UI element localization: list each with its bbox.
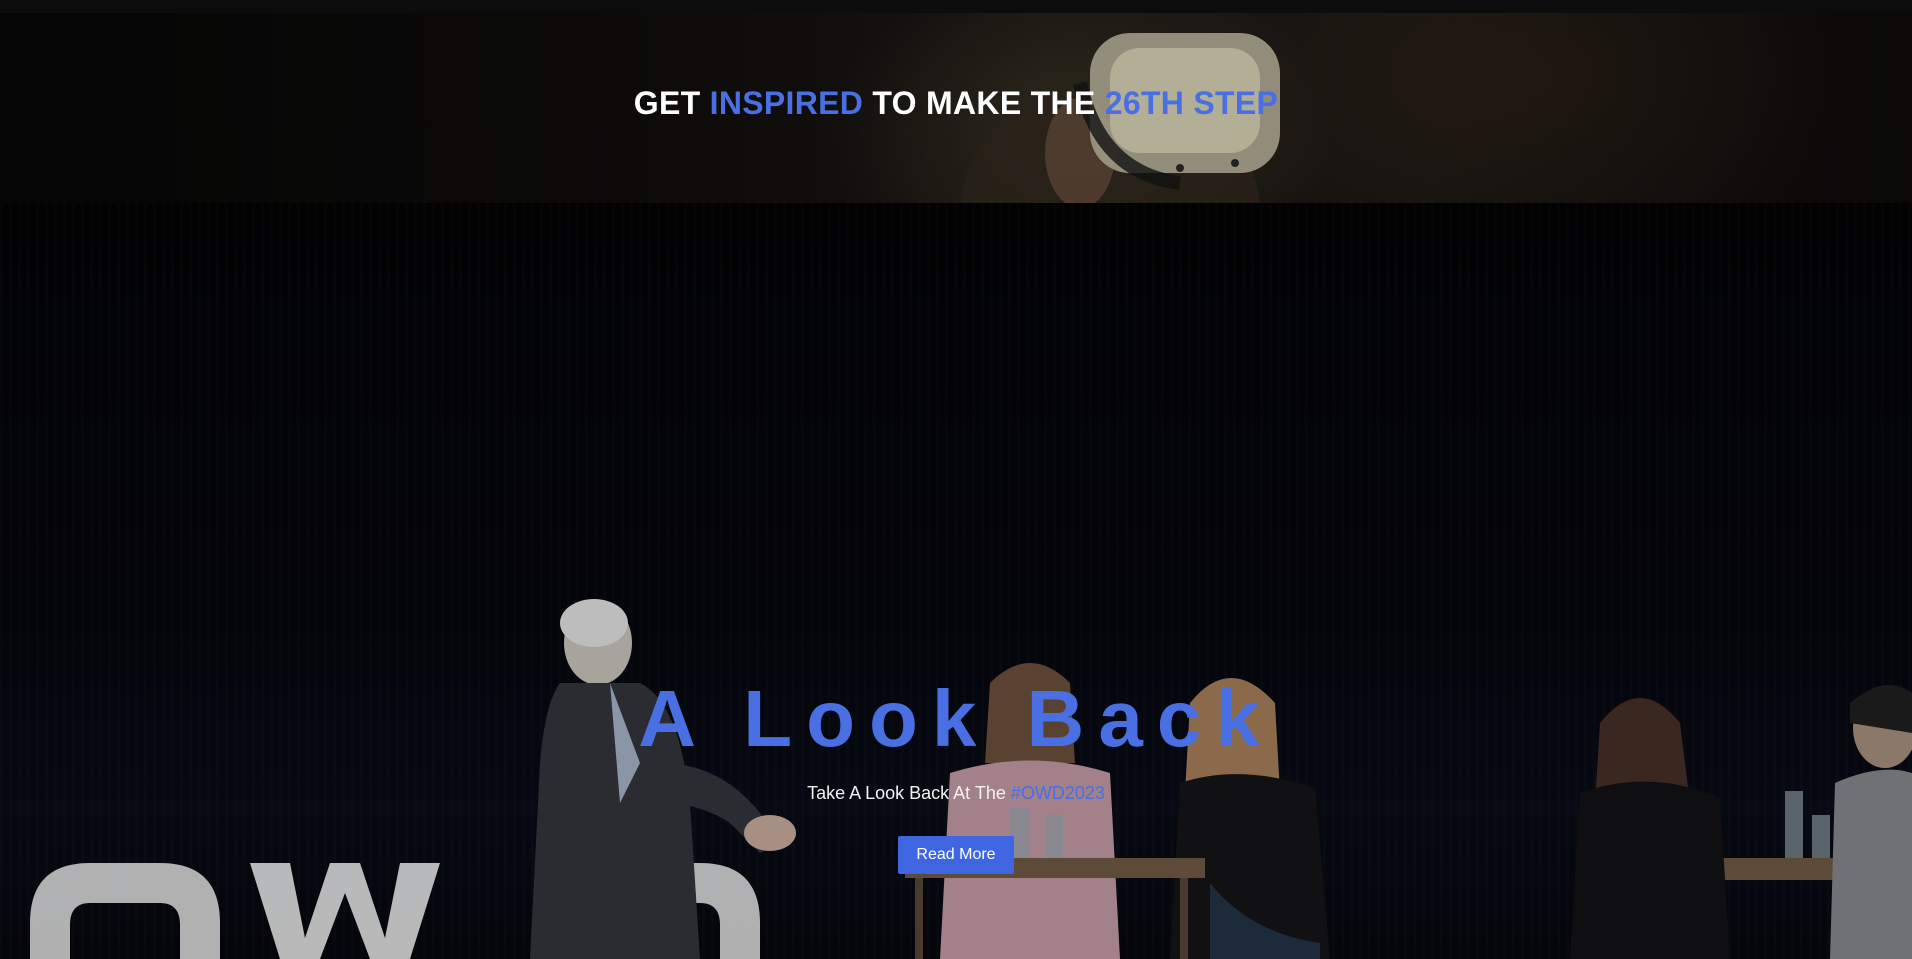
banner-text-26th-step: 26TH STEP: [1104, 85, 1279, 121]
read-more-button[interactable]: Read More: [898, 836, 1014, 874]
banner-text-inspired: INSPIRED: [709, 85, 864, 121]
hero-subtitle: Take A Look Back At The #OWD2023: [0, 783, 1912, 804]
hero-title: A Look Back: [638, 674, 1274, 763]
top-border: [0, 0, 1912, 14]
banner-text-to-make-the: TO MAKE THE: [863, 85, 1105, 121]
banner-heading: GET INSPIRED TO MAKE THE 26TH STEP: [0, 85, 1912, 122]
hero-subtitle-text: Take A Look Back At The: [807, 783, 1011, 803]
hero-section: A Look Back Take A Look Back At The #OWD…: [0, 203, 1912, 959]
hero-hashtag[interactable]: #OWD2023: [1011, 783, 1105, 803]
banner-text-get: GET: [633, 85, 710, 121]
inspiration-banner: GET INSPIRED TO MAKE THE 26TH STEP: [0, 13, 1912, 203]
